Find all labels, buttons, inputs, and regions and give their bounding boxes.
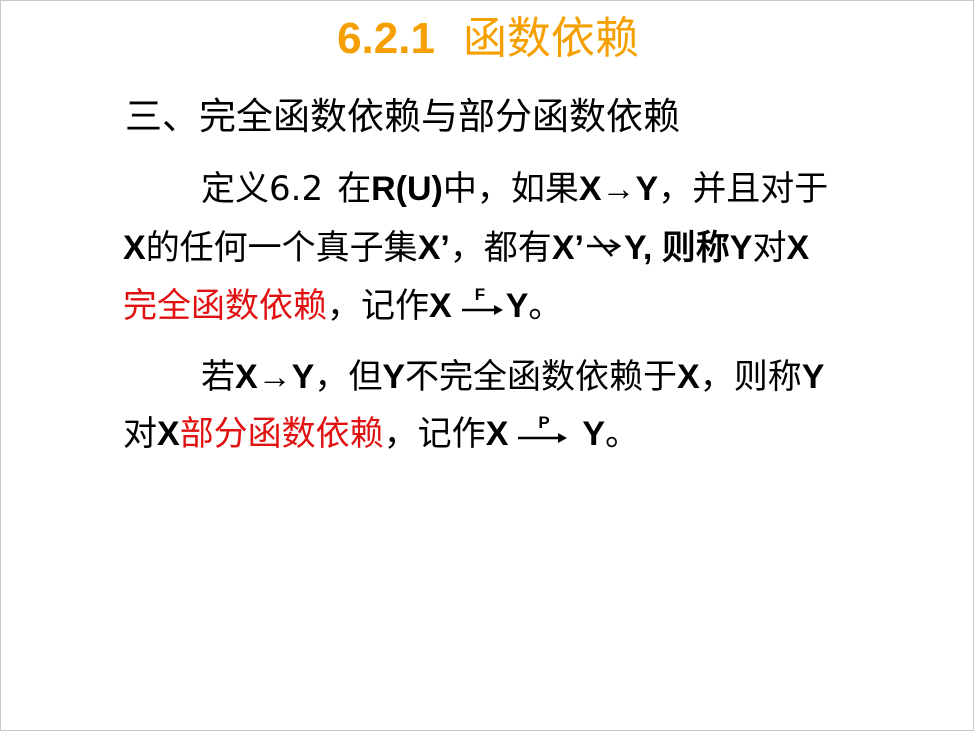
not-determines-arrow-icon <box>584 231 624 261</box>
text: 。 <box>528 286 563 326</box>
symbol-x: X <box>786 229 810 267</box>
text: 的任何一个真子集 <box>145 228 418 268</box>
definition-line-1: 定义6.2 在R(U)中，如果X→Y，并且对于 <box>123 164 828 214</box>
full-dependency-arrow-icon: F <box>460 286 506 322</box>
text: 若 <box>201 357 235 397</box>
partial-line-1: 若X→Y，但Y不完全函数依赖于X，则称Y <box>123 352 824 402</box>
text: 不完全函数依赖于 <box>405 357 678 397</box>
symbol-x-prime: X’ <box>417 229 450 267</box>
full-dependency-term: 完全函数依赖 <box>123 286 327 326</box>
text: , 则称 <box>642 229 730 267</box>
partial-line-2: 对X部分函数依赖，记作X P Y。 <box>123 409 639 459</box>
title-number: 6.2.1 <box>337 14 435 63</box>
symbol-y: Y <box>801 358 825 396</box>
symbol-y: Y <box>382 358 406 396</box>
text: 中，如果 <box>442 169 579 209</box>
symbol-x: X <box>485 415 509 453</box>
text: ，则称 <box>699 357 802 397</box>
dependency-x-y: X→Y <box>235 358 315 396</box>
arrow-label: P <box>539 414 550 432</box>
text: ，并且对于 <box>658 169 829 209</box>
symbol-y: Y <box>729 229 753 267</box>
symbol-y: Y <box>582 415 606 453</box>
symbol-x: X <box>677 358 700 396</box>
text: 。 <box>605 414 640 454</box>
slide: 6.2.1 函数依赖 三、完全函数依赖与部分函数依赖 定义6.2 在R(U)中，如果… <box>0 0 974 731</box>
partial-dependency-arrow-icon: P <box>516 414 574 450</box>
title-text: 函数依赖 <box>462 13 639 64</box>
symbol-x: X <box>157 415 180 453</box>
text: 对 <box>123 414 157 454</box>
definition-line-3: 完全函数依赖，记作X F Y。 <box>123 281 562 331</box>
slide-title: 6.2.1 函数依赖 <box>1 9 973 69</box>
definition-line-2: X的任何一个真子集X’，都有X’ Y, 则称Y对X <box>123 223 809 273</box>
text: ，记作 <box>327 286 429 326</box>
symbol-y: Y <box>623 229 643 267</box>
symbol-x: X <box>123 229 146 267</box>
partial-dependency-term: 部分函数依赖 <box>179 414 384 454</box>
dependency-x-y: X→Y <box>578 170 659 208</box>
symbol-x-prime: X’ <box>551 229 584 267</box>
symbol-y: Y <box>505 287 529 325</box>
text: ，但 <box>314 357 383 397</box>
arrow-label: F <box>474 286 484 304</box>
definition-label: 定义6.2 <box>201 169 324 209</box>
section-heading: 三、完全函数依赖与部分函数依赖 <box>125 95 680 138</box>
symbol-x: X <box>429 287 452 325</box>
text: ，记作 <box>383 414 486 454</box>
relation-schema: R(U) <box>371 170 443 208</box>
text: 对 <box>752 228 787 268</box>
text: ，都有 <box>449 228 552 268</box>
text: 在 <box>337 169 372 209</box>
